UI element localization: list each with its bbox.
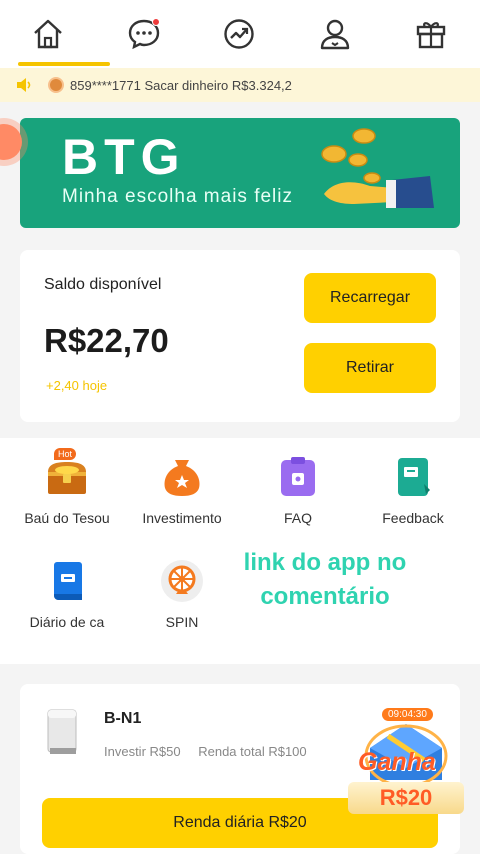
user-icon [320,19,350,50]
notification-dot [152,18,160,26]
balance-card: Saldo disponível R$22,70 +2,40 hoje Reca… [20,250,460,422]
treasure-chest-icon [48,462,86,494]
ganha-label: Ganha [358,748,436,776]
menu-label-treasure: Baú do Tesou [24,510,110,526]
menu-label-investment: Investimento [142,510,222,526]
banner-brand: BTG [62,129,186,185]
spin-wheel-icon [161,560,203,602]
hot-badge: Hot [54,448,77,460]
today-earnings: +2,40 hoje [46,378,108,393]
trend-icon [224,19,254,49]
product-invest: Investir R$50 [104,744,181,759]
menu-item-treasure[interactable]: Hot Baú do Tesou [12,448,122,526]
product-total: Renda total R$100 [198,744,307,759]
nav-active-indicator [18,62,110,66]
promo-overlay-text: link do app no comentário [220,546,430,614]
menu-item-investment[interactable]: Investimento [127,454,237,526]
faq-icon [281,457,315,496]
ticker-text: 859****1771 Sacar dinheiro R$3.324,2 [70,77,292,93]
nav-profile[interactable] [315,14,355,54]
nav-trend[interactable] [219,14,259,54]
ganha-amount: R$20 [348,782,464,814]
ganha-reward-widget[interactable]: 09:04:30 Ganha R$20 [348,708,464,814]
menu-label-faq: FAQ [283,510,312,526]
balance-label: Saldo disponível [44,276,162,293]
top-navigation [0,0,480,68]
nav-messages[interactable] [124,14,164,54]
ganha-timer: 09:04:30 [382,708,433,721]
floating-button[interactable] [0,124,22,160]
menu-item-feedback[interactable]: Feedback [358,454,468,526]
device-icon [47,709,77,754]
money-bag-icon [164,460,200,496]
withdraw-button[interactable]: Retirar [304,343,436,393]
menu-label-feedback: Feedback [382,510,444,526]
withdraw-ticker: 859****1771 Sacar dinheiro R$3.324,2 [0,68,480,102]
menu-label-diary: Diário de ca [29,614,105,630]
menu-label-spin: SPIN [165,614,199,630]
balance-amount: R$22,70 [44,322,169,359]
promo-banner[interactable]: BTG Minha escolha mais feliz [20,118,460,228]
nav-gift[interactable] [411,14,451,54]
promo-line-2: comentário [260,583,390,610]
banner-slogan: Minha escolha mais feliz [62,186,293,207]
recharge-button[interactable]: Recarregar [304,273,436,323]
promo-line-1: link do app no [243,549,407,576]
coins-hand-icon [321,128,434,208]
feedback-icon [398,458,430,496]
menu-item-diary[interactable]: Diário de ca [12,558,122,630]
speaker-icon [17,78,31,92]
product-info: Investir R$50 Renda total R$100 [104,744,321,759]
avatar [48,77,64,93]
menu-item-faq[interactable]: FAQ [243,454,353,526]
home-icon [34,19,62,49]
nav-home[interactable] [28,14,68,54]
gift-icon [416,22,446,49]
product-name: B-N1 [104,710,142,727]
book-icon [54,562,82,600]
